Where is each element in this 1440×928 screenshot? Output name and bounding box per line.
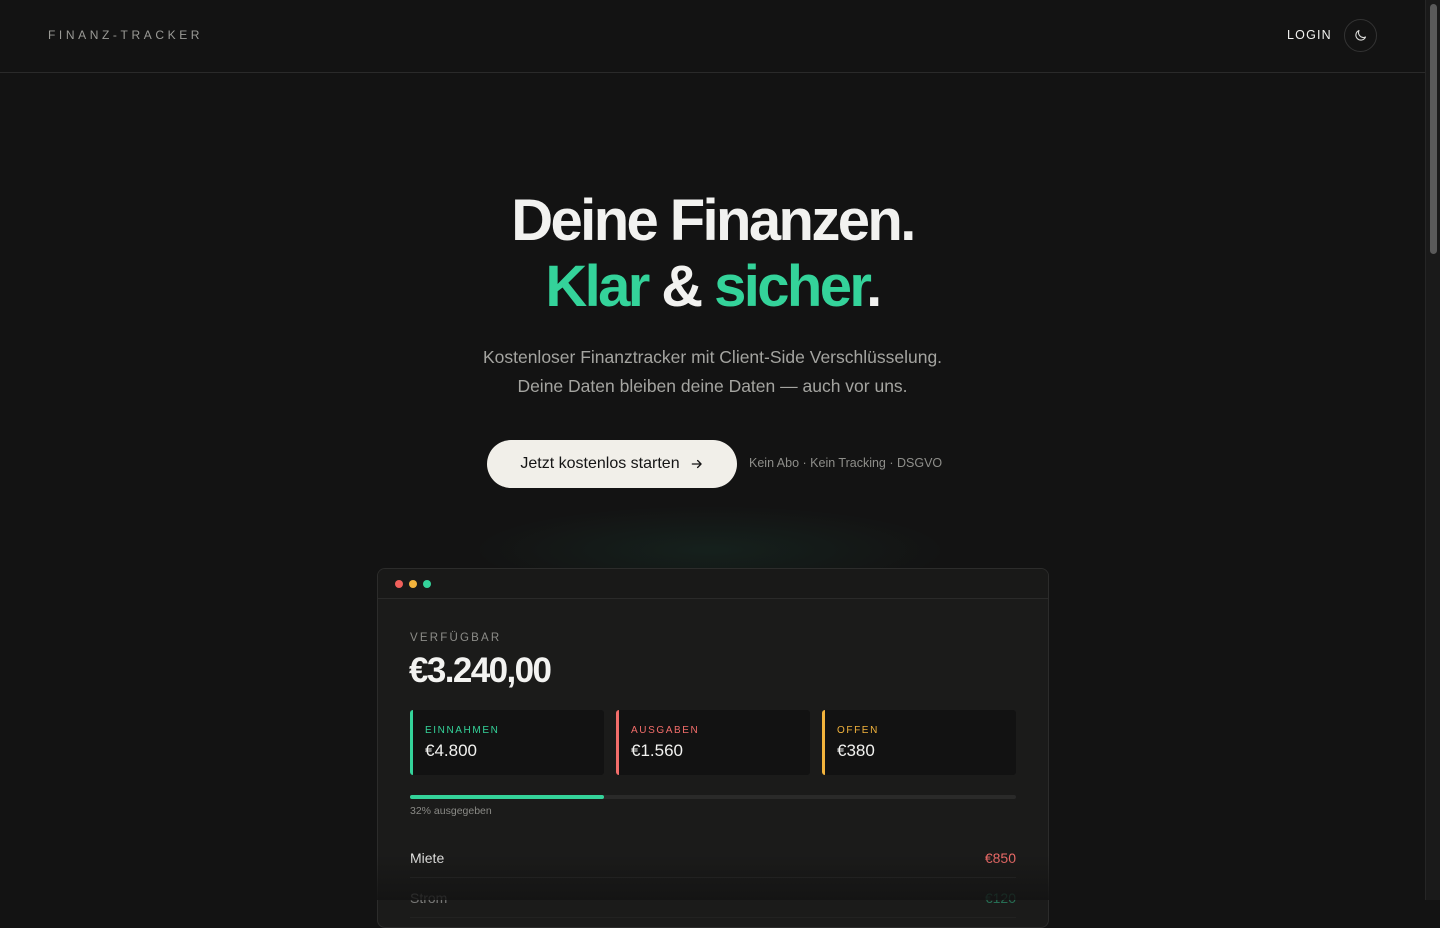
- scrollbar-thumb[interactable]: [1430, 4, 1437, 254]
- available-balance: €3.240,00: [409, 651, 552, 690]
- page-scrollbar[interactable]: [1425, 0, 1440, 900]
- stat-label: OFFEN: [837, 725, 879, 736]
- stat-value: €4.800: [425, 741, 477, 760]
- moon-icon: [1355, 29, 1367, 41]
- transaction-amount: €120: [984, 890, 1016, 906]
- window-titlebar: [378, 569, 1048, 599]
- spending-progress-bar: [410, 795, 1016, 799]
- available-label: VERFÜGBAR: [410, 632, 502, 644]
- hero-subtitle-line1: Kostenloser Finanztracker mit Client-Sid…: [482, 347, 943, 367]
- brand-logo[interactable]: FINANZ-TRACKER: [48, 28, 203, 42]
- stat-card-open: OFFEN €380: [822, 710, 1016, 775]
- stat-value: €1.560: [631, 741, 683, 760]
- transaction-row: Strom €120: [410, 878, 1016, 918]
- hero-subtitle: Kostenloser Finanztracker mit Client-Sid…: [0, 343, 1425, 401]
- top-nav: FINANZ-TRACKER LOGIN: [0, 0, 1425, 73]
- hero-title-line1: Deine Finanzen.: [511, 188, 916, 253]
- hero-subtitle-line2: Deine Daten bleiben deine Daten — auch v…: [517, 376, 908, 396]
- theme-toggle-button[interactable]: [1344, 19, 1377, 52]
- stat-label: AUSGABEN: [631, 725, 700, 736]
- window-maximize-dot: [423, 580, 431, 588]
- stat-value: €380: [837, 741, 875, 760]
- stat-label: EINNAHMEN: [425, 725, 500, 736]
- arrow-right-icon: [691, 459, 702, 469]
- hero-title-accent-klar: Klar: [545, 254, 650, 319]
- hero-title-period: .: [866, 254, 882, 319]
- window-close-dot: [395, 580, 403, 588]
- transaction-name: Strom: [410, 890, 448, 906]
- window-minimize-dot: [409, 580, 417, 588]
- transaction-row: Miete €850: [410, 838, 1016, 878]
- app-preview-window: VERFÜGBAR €3.240,00 EINNAHMEN €4.800 AUS…: [377, 568, 1049, 928]
- cta-note: Kein Abo · Kein Tracking · DSGVO: [749, 456, 943, 470]
- stat-card-expenses: AUSGABEN €1.560: [616, 710, 810, 775]
- spending-progress-text: 32% ausgegeben: [410, 805, 492, 817]
- hero-title: Deine Finanzen. Klar & sicher.: [0, 188, 1425, 320]
- transaction-name: Miete: [410, 850, 445, 866]
- hero-title-ampersand: &: [647, 254, 715, 319]
- start-free-button[interactable]: Jetzt kostenlos starten: [487, 440, 737, 488]
- hero-title-line2: Klar & sicher.: [0, 254, 1425, 320]
- transaction-amount: €850: [984, 850, 1016, 866]
- spending-progress-fill: [410, 795, 604, 799]
- stat-card-income: EINNAHMEN €4.800: [410, 710, 604, 775]
- login-link[interactable]: LOGIN: [1287, 28, 1332, 42]
- hero-title-accent-sicher: sicher: [714, 254, 869, 319]
- start-free-button-label: Jetzt kostenlos starten: [520, 455, 680, 472]
